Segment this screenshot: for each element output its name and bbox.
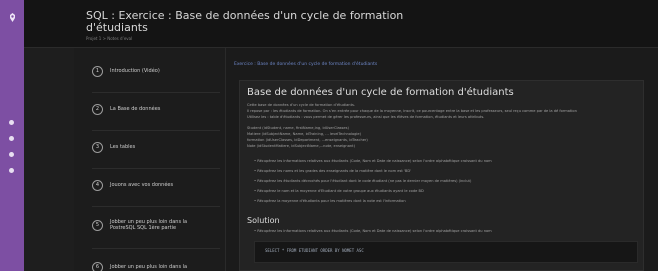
table-definition: Note (idStudentMatiere, idSubjectName,..… — [247, 144, 355, 148]
step-number-badge: 2 — [92, 103, 103, 115]
courses-icon[interactable] — [9, 136, 14, 141]
sidebar-item-label: Jouons avec vos données — [110, 182, 174, 188]
sidebar-item-tables[interactable]: 3 Les tables — [92, 132, 220, 162]
breadcrumb[interactable]: Projet 1 > Notes d’eval — [86, 36, 132, 41]
profile-icon[interactable] — [9, 168, 14, 173]
divider — [92, 92, 220, 93]
home-icon[interactable] — [9, 120, 14, 125]
logo-icon[interactable] — [7, 12, 18, 23]
lesson-link[interactable]: Exercice : Base de données d'un cycle de… — [234, 62, 377, 68]
divider — [92, 206, 220, 207]
step-number-badge: 4 — [92, 179, 103, 191]
sidebar-item-part-one[interactable]: 5 Jobber un peu plus loin dans la Postre… — [92, 210, 220, 240]
table-definition: Student (idStudent, name, firstName,ing,… — [247, 126, 349, 130]
step-number-badge: 3 — [92, 141, 103, 153]
exercise-card: Base de données d'un cycle de formation … — [239, 80, 644, 271]
task-item: • Récupérez la moyenne d'étudiants pour … — [254, 199, 406, 203]
task-item: • Récupérez les informations relatives a… — [254, 159, 492, 163]
task-item: • Récupérez les noms et les grades des e… — [254, 169, 412, 173]
table-definition: formation (idUserClasses, idDepartment, … — [247, 138, 368, 142]
sidebar-item-label: Introduction (Vidéo) — [110, 68, 160, 74]
task-item: • Récupérez les étudiants décrochés pour… — [254, 179, 472, 183]
sidebar-item-introduction[interactable]: 1 Introduction (Vidéo) — [92, 56, 220, 86]
lesson-content: Exercice : Base de données d'un cycle de… — [226, 48, 658, 271]
exercise-heading: Base de données d'un cycle de formation … — [247, 87, 514, 98]
step-number-badge: 5 — [92, 219, 103, 231]
divider — [92, 130, 220, 131]
step-number-badge: 1 — [92, 65, 103, 77]
sidebar-item-label: Les tables — [110, 144, 136, 150]
code-block[interactable]: SELECT * FROM ETUDIANT ORDER BY NOMET AS… — [254, 241, 638, 263]
task-item: • Récupérez le nom et la moyenne d'Etudi… — [254, 189, 424, 193]
divider — [92, 168, 220, 169]
page-title: SQL : Exercice : Base de données d'un cy… — [86, 9, 404, 34]
app-window: SQL : Exercice : Base de données d'un cy… — [0, 0, 658, 271]
sidebar-item-part-two[interactable]: 6 Jobber un peu plus loin dans la — [92, 252, 220, 271]
lesson-sidebar: 1 Introduction (Vidéo) 2 La Base de donn… — [74, 48, 226, 271]
solution-heading: Solution — [247, 216, 280, 225]
table-definition: Matiere (idSubjectName, Name, idTraining… — [247, 132, 362, 136]
messages-icon[interactable] — [9, 152, 14, 157]
step-number-badge: 6 — [92, 261, 103, 271]
left-rail — [0, 0, 24, 271]
intro-line: Cette base de données d’un cycle de form… — [247, 103, 356, 107]
sidebar-item-label: Jobber un peu plus loin dans la PostreSQ… — [110, 219, 188, 231]
solution-task: • Récupérez les informations relatives a… — [254, 229, 492, 233]
intro-line: Il repose par : les étudiants de formati… — [247, 109, 577, 113]
divider — [92, 248, 220, 249]
sidebar-item-database[interactable]: 2 La Base de données — [92, 94, 220, 124]
intro-line: Utilisez les : table d'étudiants : vous … — [247, 115, 485, 119]
code-line: SELECT * FROM ETUDIANT ORDER BY NOMET AS… — [265, 248, 364, 253]
sidebar-item-label: Jobber un peu plus loin dans la — [110, 264, 188, 270]
sidebar-item-play-data[interactable]: 4 Jouons avec vos données — [92, 170, 220, 200]
sidebar-item-label: La Base de données — [110, 106, 161, 112]
